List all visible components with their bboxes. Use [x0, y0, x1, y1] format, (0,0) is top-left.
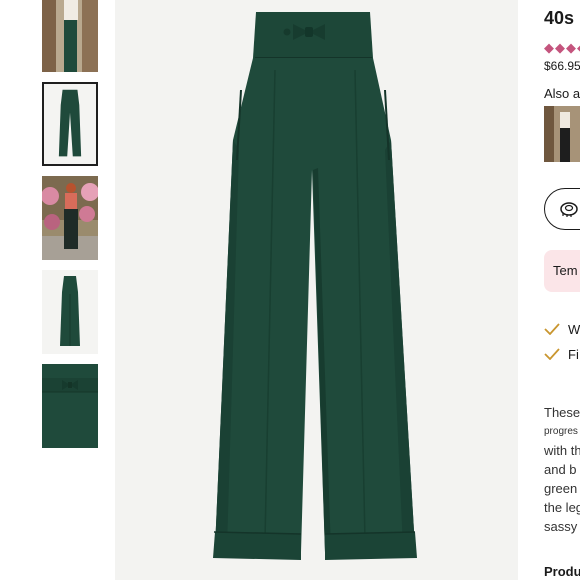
usp-text: W [568, 322, 580, 337]
description-line: sassy [544, 519, 578, 534]
promo-label: Tem [553, 263, 578, 278]
thumbnail-strip [0, 0, 110, 580]
product-title: 40s [544, 8, 575, 28]
product-details-heading[interactable]: Produ [544, 564, 580, 579]
description-line: green [544, 481, 578, 496]
description-line: and b [544, 462, 577, 477]
thumbnail-model-outdoors[interactable] [42, 176, 98, 260]
measuring-tape-icon [560, 202, 578, 217]
promo-banner: Tem [544, 250, 580, 292]
check-icon [544, 348, 560, 360]
thumbnail-waistband-bow-detail[interactable] [42, 364, 98, 448]
thumbnail-model-white-blouse[interactable] [42, 0, 98, 72]
check-icon [544, 323, 560, 335]
description-line: progres [544, 426, 578, 437]
product-price: $66.95 [544, 59, 580, 73]
description-line: These [544, 405, 580, 420]
product-description: These progres with th and b green the le… [544, 403, 580, 536]
main-product-image[interactable] [115, 0, 518, 580]
also-available-label: Also a [544, 86, 580, 101]
thumbnail-pants-side[interactable] [42, 270, 98, 354]
usp-text: Fi [568, 347, 579, 362]
usp-item: W [544, 322, 580, 337]
usp-item: Fi [544, 347, 579, 362]
rating-stars[interactable]: ◆◆◆◆ [544, 40, 580, 56]
star-icon: ◆◆◆◆ [544, 40, 580, 55]
thumbnail-pants-front[interactable] [42, 82, 98, 166]
size-guide-button[interactable] [544, 188, 580, 230]
description-line: with th [544, 443, 580, 458]
product-info-panel: 40s ◆◆◆◆ $66.95 Also a Tem W Fi [530, 0, 580, 580]
description-line: the leg [544, 500, 580, 515]
color-variant-swatch[interactable] [544, 106, 580, 162]
